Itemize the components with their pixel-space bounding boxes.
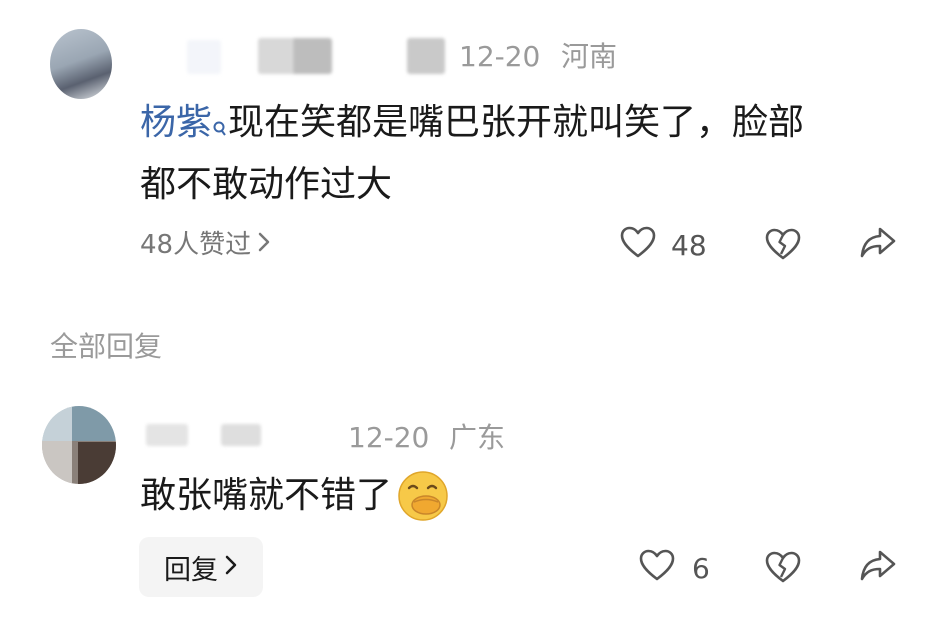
reply-button-label: 回复 xyxy=(164,554,218,586)
reply-date: 12-20 xyxy=(348,421,430,454)
avatar[interactable] xyxy=(50,29,112,99)
like-count: 6 xyxy=(692,552,710,585)
reply-button[interactable]: 回复 xyxy=(139,537,263,597)
broken-heart-icon xyxy=(764,228,802,265)
reply-location: 广东 xyxy=(449,421,506,454)
hand-over-mouth-emoji-icon xyxy=(396,469,450,523)
share-arrow-icon xyxy=(859,550,897,588)
share-button[interactable] xyxy=(859,548,897,588)
search-small-icon xyxy=(212,101,228,157)
like-button[interactable]: 48 xyxy=(619,225,707,266)
share-button[interactable] xyxy=(859,225,897,265)
like-count: 48 xyxy=(671,229,707,262)
comment-location: 河南 xyxy=(561,40,618,73)
comment-date: 12-20 xyxy=(459,40,541,73)
username-placeholder[interactable] xyxy=(407,38,445,74)
avatar[interactable] xyxy=(42,406,116,484)
broken-heart-icon xyxy=(764,551,802,588)
username-placeholder[interactable] xyxy=(146,424,188,446)
reply-text: 敢张嘴就不错了 xyxy=(140,475,393,516)
section-title: 全部回复 xyxy=(50,330,163,363)
dislike-button[interactable] xyxy=(764,227,802,265)
username-placeholder[interactable] xyxy=(221,424,261,446)
comment-text-line1: 现在笑都是嘴巴张开就叫笑了，脸部 xyxy=(228,102,805,143)
dislike-button[interactable] xyxy=(764,550,802,588)
username-placeholder[interactable] xyxy=(187,40,221,74)
heart-outline-icon xyxy=(619,225,657,266)
heart-outline-icon xyxy=(638,548,676,589)
chevron-right-icon xyxy=(224,552,238,583)
comment-text-line2: 都不敢动作过大 xyxy=(140,164,393,205)
username-placeholder[interactable] xyxy=(258,38,332,74)
like-button[interactable]: 6 xyxy=(638,548,710,589)
likes-summary-link[interactable]: 48人赞过 xyxy=(140,231,271,258)
reply-body: 敢张嘴就不错了 xyxy=(140,468,450,524)
comment-body: 杨紫 现在笑都是嘴巴张开就叫笑了，脸部 都不敢动作过大 xyxy=(140,95,920,213)
likes-summary-text: 48人赞过 xyxy=(140,229,252,260)
chevron-right-icon xyxy=(257,231,271,258)
mention-link[interactable]: 杨紫 xyxy=(140,102,212,143)
share-arrow-icon xyxy=(859,227,897,265)
